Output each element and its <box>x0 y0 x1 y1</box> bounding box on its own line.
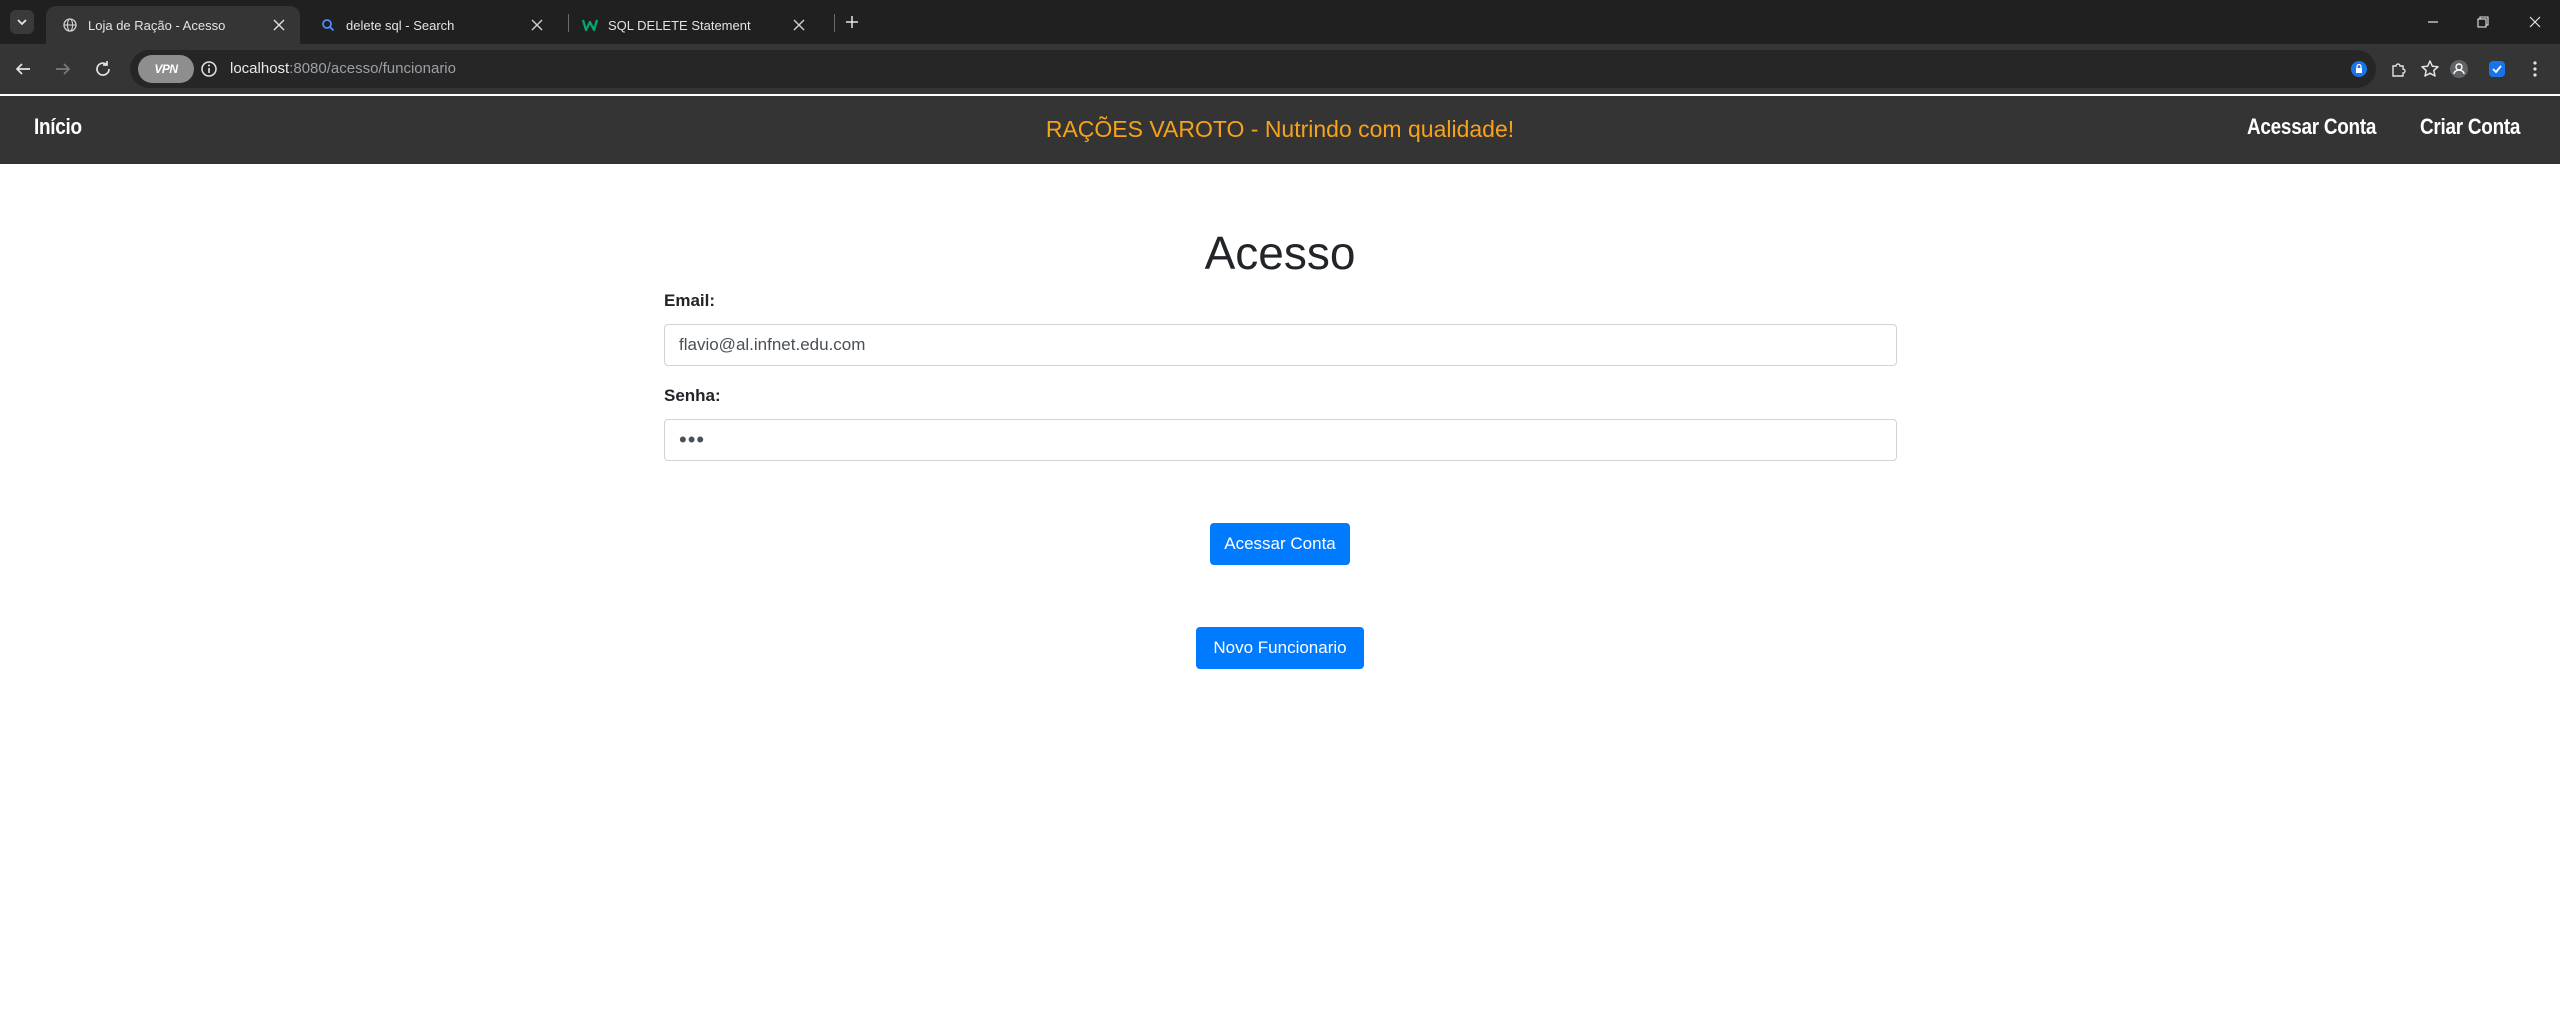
profile-button[interactable] <box>2446 56 2472 82</box>
brand-title: RAÇÕES VAROTO - Nutrindo com qualidade! <box>1045 116 1515 142</box>
check-shield-icon <box>2489 61 2505 77</box>
menu-button[interactable] <box>2522 56 2548 82</box>
vpn-badge[interactable]: VPN <box>138 55 194 83</box>
minimize-button[interactable] <box>2418 8 2448 36</box>
reload-button[interactable] <box>90 56 116 82</box>
browser-toolbar: VPN localhost:8080/acesso/funcionario <box>0 44 2560 94</box>
close-icon[interactable] <box>528 16 546 34</box>
url-path: :8080/acesso/funcionario <box>289 60 456 77</box>
password-label: Senha: <box>664 386 721 405</box>
page-title: Acesso <box>1204 227 1356 279</box>
site-navbar: RAÇÕES VAROTO - Nutrindo com qualidade! … <box>0 96 2560 164</box>
arrow-right-icon <box>56 63 71 75</box>
plus-icon <box>846 16 858 28</box>
tab-title: SQL DELETE Statement <box>608 17 751 33</box>
new-employee-button[interactable]: Novo Funcionario <box>1196 627 1364 669</box>
bookmark-star-icon[interactable] <box>2420 59 2440 79</box>
nav-home-link[interactable]: Início <box>34 114 82 140</box>
new-tab-button[interactable] <box>840 10 864 34</box>
tab-separator <box>834 14 835 32</box>
browser-tab-strip: Loja de Ração - Acesso delete sql - Sear… <box>0 0 2560 44</box>
minimize-icon <box>2428 21 2438 23</box>
arrow-left-icon <box>15 63 30 75</box>
extension-lock-button[interactable] <box>2346 56 2372 82</box>
tab-active[interactable]: Loja de Ração - Acesso <box>46 6 300 44</box>
tab-search[interactable]: delete sql - Search <box>304 6 558 44</box>
restore-icon <box>2477 16 2489 28</box>
tab-title: Loja de Ração - Acesso <box>88 17 226 33</box>
puzzle-icon <box>2392 63 2406 77</box>
close-icon <box>2529 16 2541 28</box>
email-field[interactable] <box>664 324 1897 366</box>
tab-search-button[interactable] <box>10 10 34 34</box>
nav-signup-link[interactable]: Criar Conta <box>2420 114 2520 140</box>
reload-icon <box>96 61 110 76</box>
url-text[interactable]: localhost:8080/acesso/funcionario <box>230 60 456 77</box>
close-icon[interactable] <box>270 16 288 34</box>
forward-button[interactable] <box>50 56 76 82</box>
url-host: localhost <box>230 60 290 77</box>
password-field[interactable] <box>664 419 1897 461</box>
lock-shield-icon <box>2351 61 2367 77</box>
back-button[interactable] <box>10 56 36 82</box>
close-window-button[interactable] <box>2520 8 2550 36</box>
chevron-down-icon <box>17 19 27 26</box>
search-icon <box>320 17 336 33</box>
email-label: Email: <box>664 291 716 310</box>
kebab-menu-icon <box>2533 61 2537 77</box>
extension-check-button[interactable] <box>2484 56 2510 82</box>
info-icon[interactable] <box>200 60 218 78</box>
login-button[interactable]: Acessar Conta <box>1210 523 1350 565</box>
avatar-icon <box>2450 60 2468 78</box>
close-icon[interactable] <box>790 16 808 34</box>
globe-icon <box>62 17 78 33</box>
w3schools-icon <box>582 17 598 33</box>
address-bar[interactable]: VPN localhost:8080/acesso/funcionario <box>130 50 2439 88</box>
extensions-button[interactable] <box>2386 56 2412 82</box>
restore-button[interactable] <box>2468 8 2498 36</box>
tab-title: delete sql - Search <box>346 17 455 33</box>
tab-w3schools[interactable]: SQL DELETE Statement <box>566 6 820 44</box>
nav-login-link[interactable]: Acessar Conta <box>2247 114 2376 140</box>
